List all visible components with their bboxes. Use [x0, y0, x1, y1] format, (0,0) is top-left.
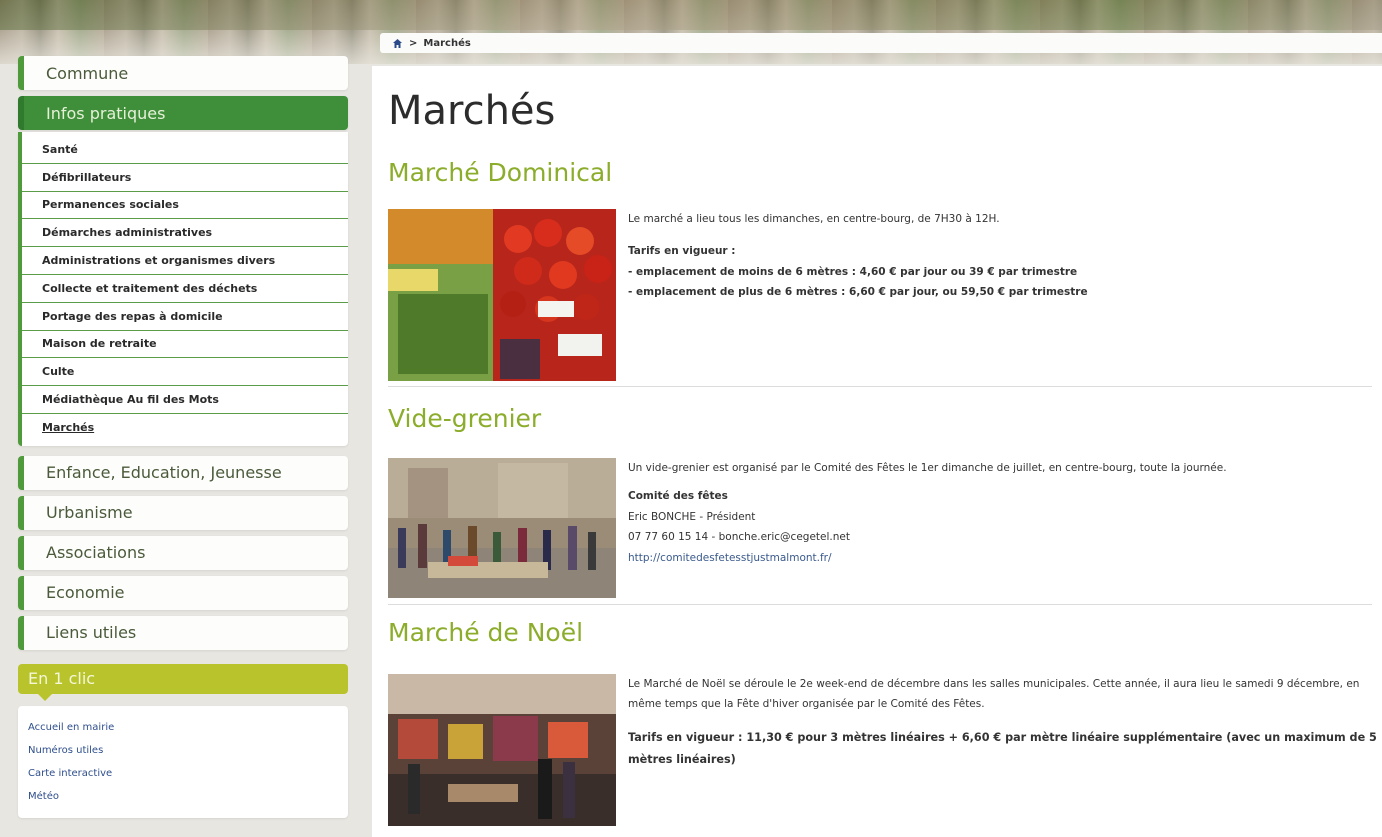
vide-grenier-image	[388, 458, 616, 598]
org-contact: 07 77 60 15 14 - bonche.eric@cegetel.net	[628, 531, 850, 544]
section-intro: Le marché a lieu tous les dimanches, en …	[628, 213, 1000, 225]
subnav-item-demarches-administratives[interactable]: Démarches administratives	[22, 219, 348, 248]
org-president: Eric BONCHE - Président	[628, 510, 756, 523]
oneclic-link-meteo[interactable]: Météo	[28, 785, 338, 808]
section-text: Le Marché de Noël se déroule le 2e week-…	[628, 674, 1378, 771]
section-heading: Marché de Noël	[388, 618, 584, 647]
nav-commune-label: Commune	[46, 63, 129, 83]
section-heading: Vide-grenier	[388, 404, 542, 433]
nav-liens-utiles-label: Liens utiles	[46, 623, 137, 643]
section-text: Le marché a lieu tous les dimanches, en …	[628, 209, 1378, 303]
market-vegetables-image	[388, 209, 616, 381]
subnav-item-sante[interactable]: Santé	[22, 136, 348, 164]
section-marche-noel: Marché de Noël	[388, 618, 1372, 647]
tarif-line-2: - emplacement de plus de 6 mètres : 6,60…	[628, 286, 1088, 299]
breadcrumb-current: Marchés	[423, 37, 471, 49]
subnav-item-collecte-dechets[interactable]: Collecte et traitement des déchets	[22, 275, 348, 303]
home-icon[interactable]	[392, 38, 403, 49]
nav-secondary: Enfance, Education, Jeunesse Urbanisme A…	[18, 455, 348, 650]
sidebar: Commune Infos pratiques Santé Défibrilla…	[18, 56, 348, 818]
subnav-infos-pratiques: Santé Défibrillateurs Permanences social…	[18, 132, 348, 446]
marche-noel-image	[388, 674, 616, 826]
nav-urbanisme[interactable]: Urbanisme	[18, 495, 348, 530]
tarifs-label: Tarifs en vigueur :	[628, 245, 736, 258]
oneclic-title: En 1 clic	[18, 663, 348, 701]
nav-liens-utiles[interactable]: Liens utiles	[18, 615, 348, 650]
nav-infos-pratiques[interactable]: Infos pratiques	[18, 96, 348, 130]
subnav-item-administrations[interactable]: Administrations et organismes divers	[22, 247, 348, 275]
org-website-link[interactable]: http://comitedesfetesstjustmalmont.fr/	[628, 548, 1378, 568]
tarif-line-1: - emplacement de moins de 6 mètres : 4,6…	[628, 265, 1078, 278]
oneclic-link-accueil-mairie[interactable]: Accueil en mairie	[28, 716, 338, 739]
subnav-item-permanences-sociales[interactable]: Permanences sociales	[22, 192, 348, 220]
section-marche-dominical: Marché Dominical	[388, 158, 1372, 187]
section-divider	[388, 386, 1372, 387]
nav-commune[interactable]: Commune	[18, 56, 348, 90]
header-banner	[0, 0, 1382, 64]
banner-photo	[0, 0, 1382, 30]
nav-economie[interactable]: Economie	[18, 575, 348, 610]
subnav-item-defibrillateurs[interactable]: Défibrillateurs	[22, 164, 348, 192]
nav-economie-label: Economie	[46, 583, 125, 603]
tarifs-line: Tarifs en vigueur : 11,30 € pour 3 mètre…	[628, 730, 1377, 766]
subnav-item-mediatheque[interactable]: Médiathèque Au fil des Mots	[22, 386, 348, 414]
org-name: Comité des fêtes	[628, 490, 728, 503]
breadcrumb: > Marchés	[380, 33, 1382, 53]
nav-infos-pratiques-label: Infos pratiques	[46, 103, 166, 123]
subnav-item-maison-retraite[interactable]: Maison de retraite	[22, 331, 348, 359]
section-text: Un vide-grenier est organisé par le Comi…	[628, 458, 1378, 568]
nav-enfance-label: Enfance, Education, Jeunesse	[46, 463, 282, 483]
oneclic-links: Accueil en mairie Numéros utiles Carte i…	[18, 705, 348, 818]
section-divider	[388, 604, 1372, 605]
nav-associations[interactable]: Associations	[18, 535, 348, 570]
section-vide-grenier: Vide-grenier	[388, 404, 1372, 433]
nav-urbanisme-label: Urbanisme	[46, 503, 133, 523]
main-content: Marchés Marché Dominical Le marché a lie…	[372, 66, 1382, 837]
subnav-item-marches[interactable]: Marchés	[22, 414, 348, 442]
subnav-item-culte[interactable]: Culte	[22, 358, 348, 387]
breadcrumb-separator: >	[409, 37, 418, 49]
nav-associations-label: Associations	[46, 543, 146, 563]
section-intro: Le Marché de Noël se déroule le 2e week-…	[628, 678, 1360, 711]
nav-enfance[interactable]: Enfance, Education, Jeunesse	[18, 455, 348, 490]
subnav-item-portage-repas[interactable]: Portage des repas à domicile	[22, 303, 348, 331]
section-intro: Un vide-grenier est organisé par le Comi…	[628, 462, 1227, 474]
section-heading: Marché Dominical	[388, 158, 613, 187]
oneclic-link-numeros-utiles[interactable]: Numéros utiles	[28, 739, 338, 762]
oneclic-link-carte-interactive[interactable]: Carte interactive	[28, 762, 338, 785]
page-title: Marchés	[388, 88, 556, 134]
